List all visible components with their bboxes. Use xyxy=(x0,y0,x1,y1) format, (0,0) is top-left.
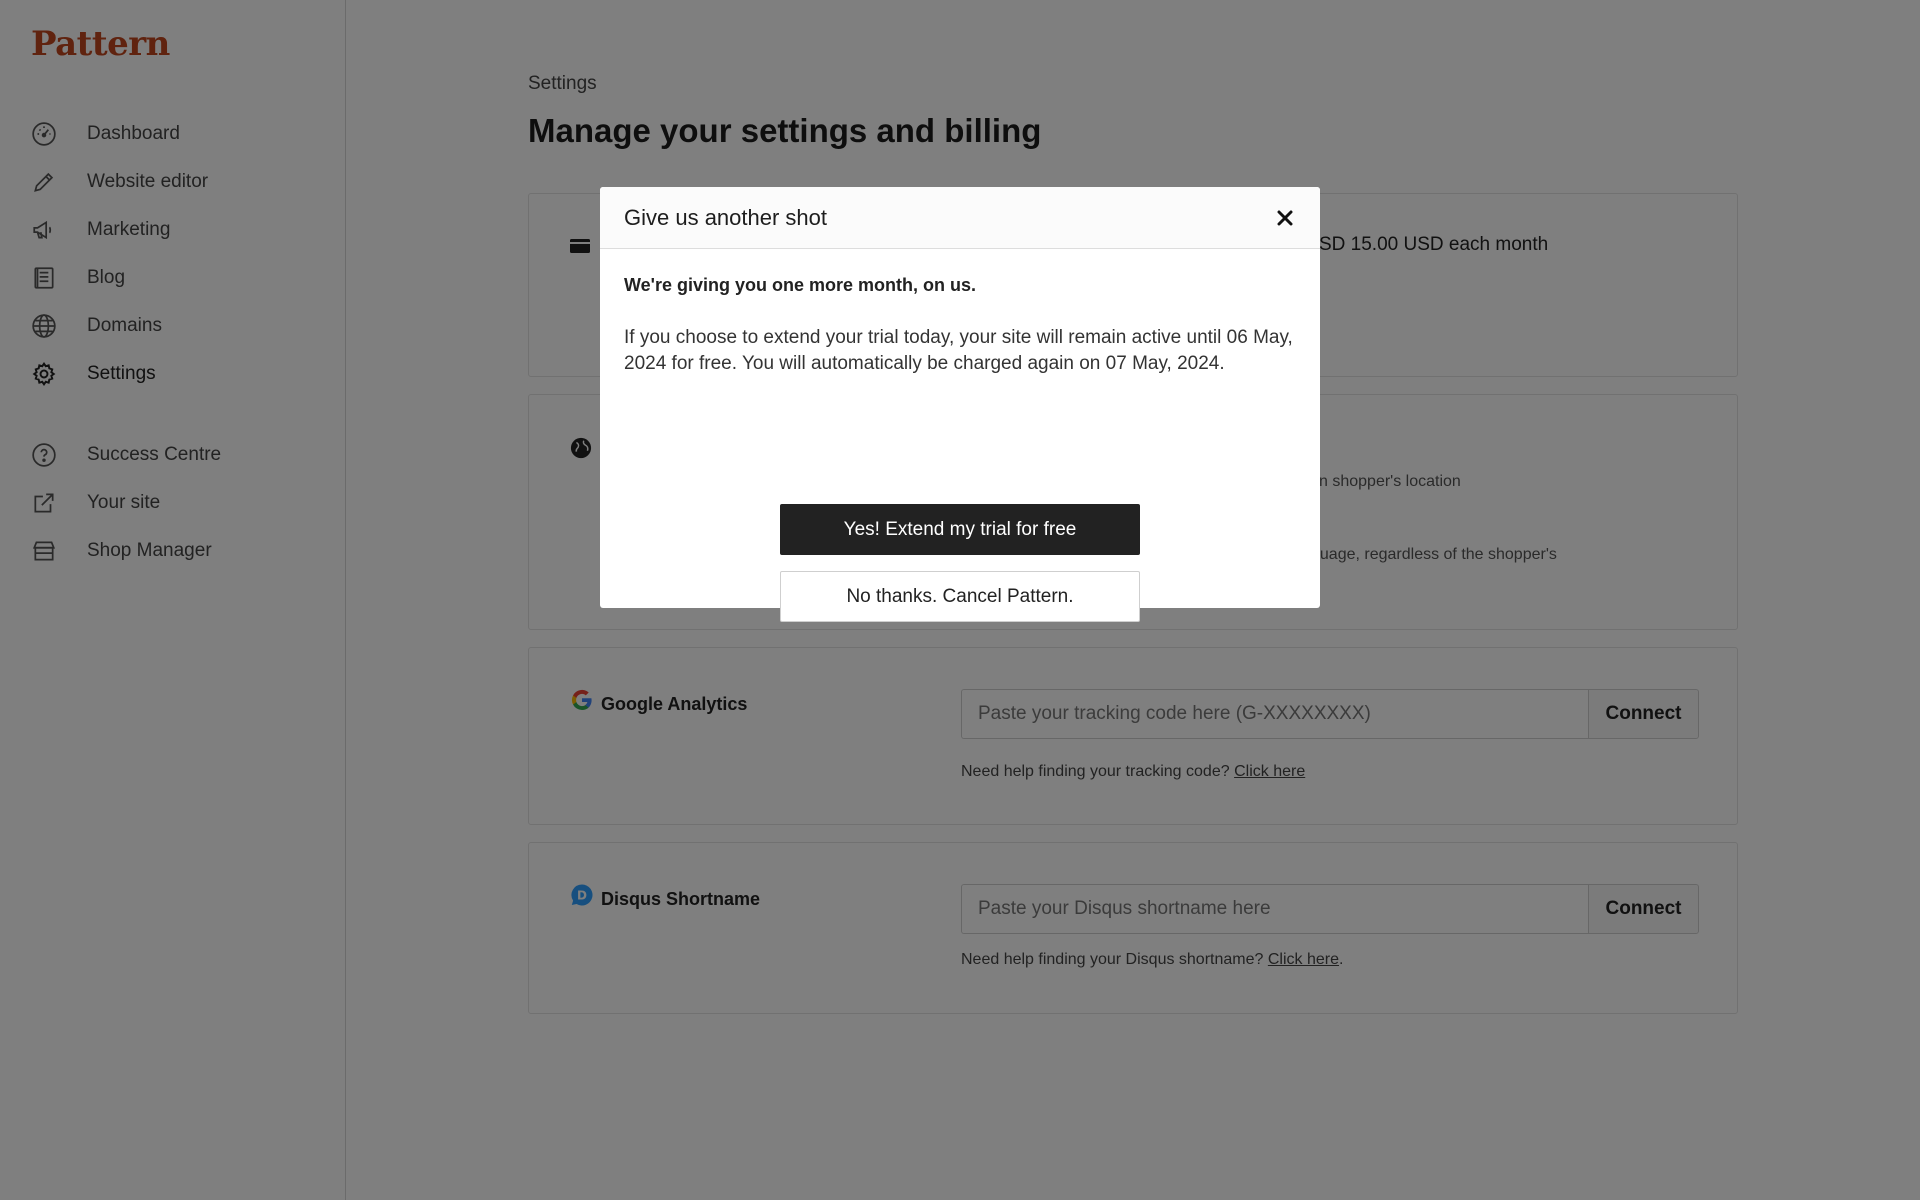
modal-header: Give us another shot xyxy=(600,187,1320,249)
cancel-pattern-button[interactable]: No thanks. Cancel Pattern. xyxy=(780,571,1140,622)
retention-modal: Give us another shot We're giving you on… xyxy=(600,187,1320,622)
modal-body-text: If you choose to extend your trial today… xyxy=(624,327,1293,374)
close-icon[interactable] xyxy=(1272,205,1298,231)
modal-lead-text: We're giving you one more month, on us. xyxy=(624,275,976,295)
modal-title: Give us another shot xyxy=(624,205,828,230)
extend-trial-button[interactable]: Yes! Extend my trial for free xyxy=(780,504,1140,555)
